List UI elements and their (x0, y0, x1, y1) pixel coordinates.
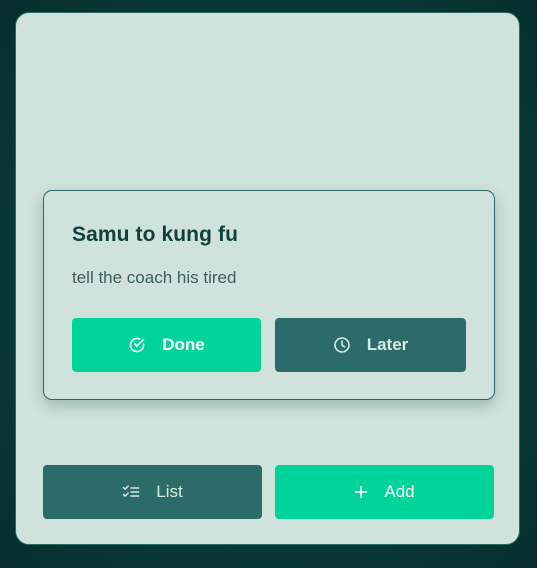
plus-icon (354, 485, 368, 499)
checklist-icon (122, 484, 140, 500)
task-title: Samu to kung fu (72, 223, 238, 246)
clock-icon (333, 336, 351, 354)
done-label: Done (162, 335, 205, 354)
list-button[interactable]: List (43, 465, 262, 519)
app-window: Samu to kung fu tell the coach his tired… (15, 12, 520, 545)
done-button[interactable]: Done (72, 318, 261, 372)
later-button[interactable]: Later (275, 318, 466, 372)
check-circle-icon (128, 336, 146, 354)
add-button[interactable]: Add (275, 465, 494, 519)
add-label: Add (384, 482, 415, 501)
list-label: List (156, 482, 183, 501)
later-label: Later (366, 335, 409, 354)
task-description: tell the coach his tired (72, 268, 237, 287)
task-card: Samu to kung fu tell the coach his tired… (43, 190, 495, 400)
